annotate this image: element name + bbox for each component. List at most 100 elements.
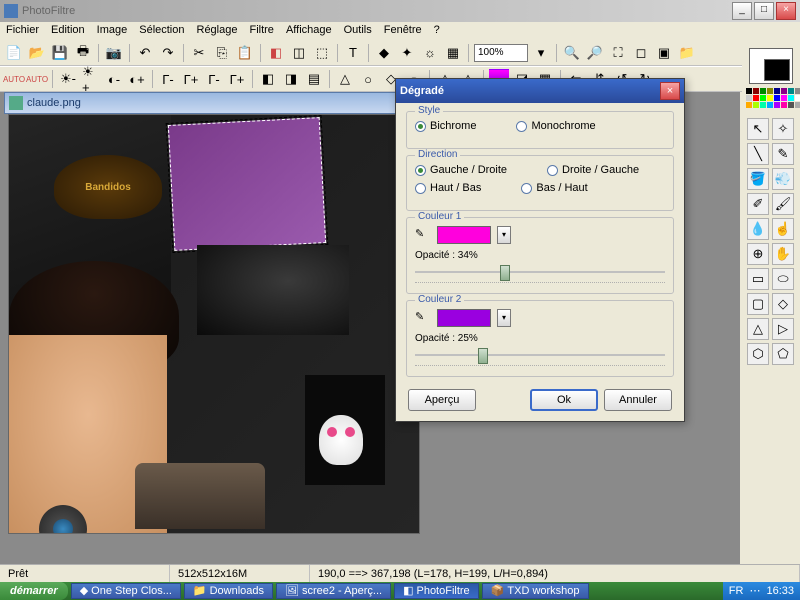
zoom-select[interactable] bbox=[474, 44, 528, 62]
task-item[interactable]: 🖼scree2 - Aperç... bbox=[276, 583, 391, 599]
fullscreen-icon[interactable]: ▣ bbox=[654, 43, 674, 63]
save-icon[interactable]: 💾 bbox=[50, 43, 70, 63]
auto-levels-icon[interactable]: AUTO bbox=[4, 69, 24, 89]
sat-minus-icon[interactable]: Γ- bbox=[204, 69, 224, 89]
palette-color[interactable] bbox=[767, 102, 773, 108]
menu-view[interactable]: Affichage bbox=[286, 24, 332, 38]
new-icon[interactable]: 📄 bbox=[4, 43, 24, 63]
zoom-fit-icon[interactable]: ⛶ bbox=[608, 43, 628, 63]
photo-old-icon[interactable]: ▤ bbox=[304, 69, 324, 89]
redo-icon[interactable]: ↷ bbox=[158, 43, 178, 63]
menu-file[interactable]: Fichier bbox=[6, 24, 39, 38]
palette-color[interactable] bbox=[795, 88, 800, 94]
menu-edit[interactable]: Edition bbox=[51, 24, 85, 38]
contrast-plus-icon[interactable]: ◐+ bbox=[127, 69, 147, 89]
polygon-tool[interactable]: ⬠ bbox=[772, 343, 794, 365]
maximize-button[interactable]: □ bbox=[754, 2, 774, 20]
canvas[interactable]: Bandidos bbox=[8, 114, 420, 534]
palette-color[interactable] bbox=[753, 95, 759, 101]
rgb-icon[interactable]: ◧ bbox=[266, 43, 286, 63]
scanner-icon[interactable]: 📷 bbox=[104, 43, 124, 63]
menu-selection[interactable]: Sélection bbox=[139, 24, 184, 38]
clone-icon[interactable]: ◫ bbox=[289, 43, 309, 63]
resize-icon[interactable]: ⬚ bbox=[312, 43, 332, 63]
ellipse-tool[interactable]: ⬭ bbox=[772, 268, 794, 290]
document-titlebar[interactable]: claude.png bbox=[4, 92, 424, 114]
triangle-tool[interactable]: △ bbox=[747, 318, 769, 340]
preview-button[interactable]: Aperçu bbox=[408, 389, 476, 411]
color1-swatch[interactable] bbox=[437, 226, 491, 244]
sat-plus-icon[interactable]: Γ+ bbox=[227, 69, 247, 89]
fill-tool[interactable]: 🪣 bbox=[747, 168, 769, 190]
palette-color[interactable] bbox=[746, 102, 752, 108]
palette-color[interactable] bbox=[774, 88, 780, 94]
brush-tool[interactable]: ✎ bbox=[772, 143, 794, 165]
palette-color[interactable] bbox=[760, 95, 766, 101]
nozzle-icon[interactable]: ✦ bbox=[397, 43, 417, 63]
cut-icon[interactable]: ✂ bbox=[189, 43, 209, 63]
wand-tool[interactable]: ✧ bbox=[772, 118, 794, 140]
rect-tool[interactable]: ▭ bbox=[747, 268, 769, 290]
radio-bt[interactable]: Bas / Haut bbox=[521, 182, 587, 194]
triangle2-tool[interactable]: ▷ bbox=[772, 318, 794, 340]
palette-color[interactable] bbox=[746, 88, 752, 94]
palette-color[interactable] bbox=[760, 88, 766, 94]
gamma-minus-icon[interactable]: Γ- bbox=[158, 69, 178, 89]
task-item[interactable]: 📦TXD workshop bbox=[482, 583, 589, 599]
grayscale-icon[interactable]: ◧ bbox=[258, 69, 278, 89]
palette-color[interactable] bbox=[760, 102, 766, 108]
zoom-out-icon[interactable]: 🔍 bbox=[562, 43, 582, 63]
palette-color[interactable] bbox=[767, 88, 773, 94]
blur-icon[interactable]: ○ bbox=[358, 69, 378, 89]
eyedropper-icon[interactable]: ✎ bbox=[415, 227, 431, 243]
minimize-button[interactable]: _ bbox=[732, 2, 752, 20]
menu-image[interactable]: Image bbox=[97, 24, 128, 38]
color-preview[interactable] bbox=[749, 48, 793, 84]
contrast-minus-icon[interactable]: ◐- bbox=[104, 69, 124, 89]
print-icon[interactable]: 🖶 bbox=[73, 43, 93, 63]
auto-icon[interactable]: ☼ bbox=[420, 43, 440, 63]
palette-color[interactable] bbox=[767, 95, 773, 101]
system-tray[interactable]: FR ⋯ 16:33 bbox=[723, 582, 800, 600]
task-item-active[interactable]: ◧PhotoFiltre bbox=[394, 583, 479, 599]
dialog-titlebar[interactable]: Dégradé × bbox=[396, 79, 684, 103]
ok-button[interactable]: Ok bbox=[530, 389, 598, 411]
roundrect-tool[interactable]: ▢ bbox=[747, 293, 769, 315]
advbrush-tool[interactable]: 🖌 bbox=[772, 193, 794, 215]
explore-icon[interactable]: 📁 bbox=[677, 43, 697, 63]
line-tool[interactable]: ╲ bbox=[747, 143, 769, 165]
palette-color[interactable] bbox=[781, 95, 787, 101]
diamond-tool[interactable]: ◇ bbox=[772, 293, 794, 315]
auto-contrast-icon[interactable]: AUTO bbox=[27, 69, 47, 89]
selection-marquee[interactable] bbox=[168, 117, 326, 251]
palette-color[interactable] bbox=[746, 95, 752, 101]
color1-dropdown[interactable]: ▾ bbox=[497, 226, 511, 244]
color-palette[interactable] bbox=[746, 88, 800, 108]
undo-icon[interactable]: ↶ bbox=[135, 43, 155, 63]
color2-dropdown[interactable]: ▾ bbox=[497, 309, 511, 327]
palette-color[interactable] bbox=[795, 95, 800, 101]
copy-icon[interactable]: ⎘ bbox=[212, 43, 232, 63]
bright-plus-icon[interactable]: ☀+ bbox=[81, 69, 101, 89]
zoom-actual-icon[interactable]: ◻ bbox=[631, 43, 651, 63]
opacity2-slider[interactable] bbox=[415, 346, 665, 366]
dialog-close-button[interactable]: × bbox=[660, 82, 680, 100]
airbrush-tool[interactable]: ✐ bbox=[747, 193, 769, 215]
eyedropper-icon[interactable]: ✎ bbox=[415, 310, 431, 326]
dust-icon[interactable]: △ bbox=[335, 69, 355, 89]
menu-adjust[interactable]: Réglage bbox=[197, 24, 238, 38]
palette-color[interactable] bbox=[774, 102, 780, 108]
start-button[interactable]: démarrer bbox=[0, 582, 68, 600]
radio-tb[interactable]: Haut / Bas bbox=[415, 182, 481, 194]
paste-icon[interactable]: 📋 bbox=[235, 43, 255, 63]
zoom-in-icon[interactable]: 🔎 bbox=[585, 43, 605, 63]
palette-color[interactable] bbox=[753, 88, 759, 94]
lasso-tool[interactable]: ⬡ bbox=[747, 343, 769, 365]
zoom-dd-icon[interactable]: ▾ bbox=[531, 43, 551, 63]
scroll-tool[interactable]: ✋ bbox=[772, 243, 794, 265]
lang-indicator[interactable]: FR bbox=[729, 582, 744, 600]
palette-color[interactable] bbox=[774, 95, 780, 101]
opacity1-slider[interactable] bbox=[415, 263, 665, 283]
menu-window[interactable]: Fenêtre bbox=[384, 24, 422, 38]
transparency-icon[interactable]: ▦ bbox=[443, 43, 463, 63]
